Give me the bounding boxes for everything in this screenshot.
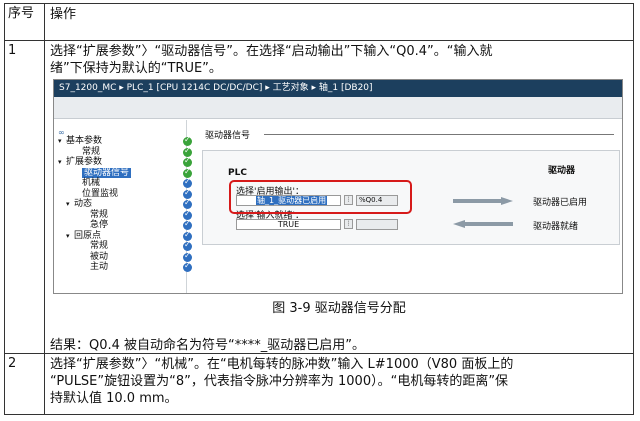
step-number: 1 bbox=[5, 41, 45, 353]
arrow-right-icon bbox=[453, 197, 513, 205]
chevron-down-icon[interactable]: ▾ bbox=[58, 136, 66, 147]
arrow-left-icon bbox=[453, 220, 513, 228]
step-text-line: 绪”下保持为默认的“TRUE”。 bbox=[50, 61, 222, 76]
tree-item-label: 常规 bbox=[82, 146, 101, 157]
step-text-line: 选择“扩展参数”〉“机械”。在“电机每转的脉冲数”输入 L#1000（V80 面… bbox=[50, 357, 514, 372]
tree-item[interactable]: ▾ 基本参数 bbox=[58, 135, 192, 147]
drive-enabled-label: 驱动器已启用 bbox=[533, 198, 588, 208]
tree-item-label: 基本参数 bbox=[66, 136, 103, 146]
drive-label: 驱动器 bbox=[548, 166, 576, 176]
tree-item[interactable]: 机械 bbox=[58, 177, 192, 189]
figure-caption: 图 3-9 驱动器信号分配 bbox=[272, 301, 406, 316]
tree-item[interactable]: 常规 bbox=[58, 240, 192, 252]
step-content: 选择“扩展参数”〉“机械”。在“电机每转的脉冲数”输入 L#1000（V80 面… bbox=[45, 354, 633, 414]
chevron-down-icon[interactable]: ▾ bbox=[66, 231, 74, 242]
tree-item[interactable]: 常规 bbox=[58, 209, 192, 221]
step-content: 选择“扩展参数”〉“驱动器信号”。在选择“启动输出”下输入“Q0.4”。“输入就… bbox=[45, 41, 633, 353]
header-operation: 操作 bbox=[50, 7, 77, 22]
navigation-tree: ∞ ▾基本参数常规▾扩展参数驱动器信号机械位置监视▾动态常规急停▾回原点常规被动… bbox=[54, 120, 192, 293]
tree-item[interactable]: 急停 bbox=[58, 219, 192, 231]
step-row-2: 2 选择“扩展参数”〉“机械”。在“电机每转的脉冲数”输入 L#1000（V80… bbox=[5, 354, 633, 414]
header-seq-number: 序号 bbox=[5, 4, 45, 40]
toolbar bbox=[54, 97, 622, 119]
tree-item-label: 位置监视 bbox=[82, 188, 119, 199]
tree-item-label: 主动 bbox=[90, 262, 109, 272]
tree-item[interactable]: ▾ 回原点 bbox=[58, 230, 192, 242]
step-row-1: 1 选择“扩展参数”〉“驱动器信号”。在选择“启动输出”下输入“Q0.4”。“输… bbox=[5, 41, 633, 354]
ready-input-address bbox=[356, 219, 398, 230]
tree-item-label: 扩展参数 bbox=[66, 157, 103, 167]
section-divider bbox=[264, 134, 614, 135]
step-text-line: 选择“扩展参数”〉“驱动器信号”。在选择“启动输出”下输入“Q0.4”。“输入就 bbox=[50, 44, 493, 59]
instruction-table: 序号 操作 1 选择“扩展参数”〉“驱动器信号”。在选择“启动输出”下输入“Q0… bbox=[4, 3, 634, 415]
drive-ready-label: 驱动器就绪 bbox=[533, 222, 579, 232]
tree-item[interactable]: 常规 bbox=[58, 146, 192, 158]
step-text-line: “PULSE”旋钮设置为“8”，代表指令脉冲分辨率为 1000）。“电机每转的距… bbox=[50, 374, 509, 389]
table-header-row: 序号 操作 bbox=[5, 4, 633, 41]
chevron-down-icon[interactable]: ▾ bbox=[66, 199, 74, 210]
chevron-down-icon[interactable]: ▾ bbox=[58, 157, 66, 168]
step-number: 2 bbox=[5, 354, 45, 414]
ready-input-field[interactable]: TRUE bbox=[236, 219, 341, 230]
section-title: 驱动器信号 bbox=[205, 131, 251, 141]
tree-item[interactable]: 主动 bbox=[58, 261, 192, 273]
tree-item[interactable]: 被动 bbox=[58, 251, 192, 263]
tree-item-label: 常规 bbox=[90, 209, 109, 220]
tree-item-label: 驱动器信号 bbox=[82, 167, 132, 178]
breadcrumb: S7_1200_MC ▸ PLC_1 [CPU 1214C DC/DC/DC] … bbox=[54, 80, 622, 97]
link-icon[interactable]: ∞ bbox=[58, 124, 186, 137]
tree-item-label: 常规 bbox=[90, 241, 109, 251]
tree-item[interactable]: 位置监视 bbox=[58, 188, 192, 200]
result-text: 结果：Q0.4 被自动命名为符号“****_驱动器已启用”。 bbox=[50, 338, 366, 353]
tree-item-label: 动态 bbox=[74, 199, 93, 209]
browse-button[interactable]: ⋮ bbox=[344, 219, 353, 229]
tree-item[interactable]: ▾ 扩展参数 bbox=[58, 156, 192, 168]
tree-item[interactable]: ▾ 动态 bbox=[58, 198, 192, 210]
status-check-icon bbox=[183, 261, 192, 272]
drive-signal-pane: 驱动器信号 PLC 驱动器 选择'启用输出'： 轴_1_驱动器已启用 ⋮ %Q0… bbox=[194, 120, 622, 293]
step-text-line: 持默认值 10.0 mm。 bbox=[50, 391, 178, 406]
tree-item-label: 被动 bbox=[90, 251, 109, 262]
tree-item-label: 回原点 bbox=[74, 230, 102, 241]
tree-item[interactable]: 驱动器信号 bbox=[58, 167, 192, 179]
tree-item-label: 急停 bbox=[90, 220, 109, 230]
highlight-box bbox=[229, 180, 412, 214]
signal-panel: PLC 驱动器 选择'启用输出'： 轴_1_驱动器已启用 ⋮ %Q0.4 选择'… bbox=[202, 150, 620, 245]
tree-item-label: 机械 bbox=[82, 178, 101, 188]
config-screenshot: S7_1200_MC ▸ PLC_1 [CPU 1214C DC/DC/DC] … bbox=[53, 79, 623, 294]
